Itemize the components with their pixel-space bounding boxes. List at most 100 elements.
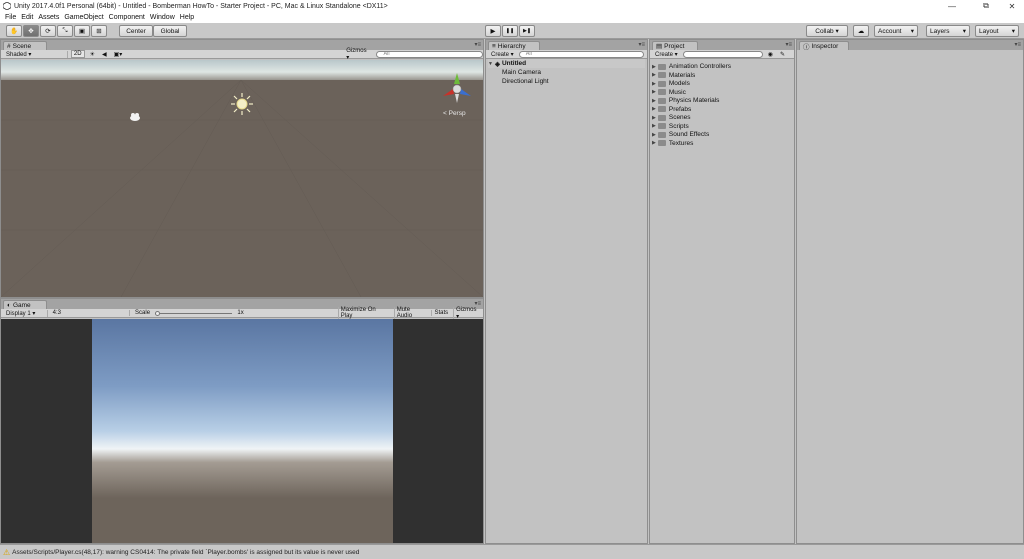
audio-toggle-icon[interactable]: ◀ xyxy=(100,51,109,58)
tab-inspector[interactable]: ⓘ Inspector xyxy=(799,41,849,51)
scale-slider[interactable] xyxy=(155,310,233,316)
scene-panel: # Scene ▾≡ Shaded ▾ 2D ☀ ◀ ▣▾ Gizmos ▾ A… xyxy=(0,39,484,298)
hierarchy-item[interactable]: Main Camera xyxy=(502,68,541,77)
effects-dropdown-icon[interactable]: ▣▾ xyxy=(112,51,125,58)
panel-menu-icon[interactable]: ▾≡ xyxy=(474,41,481,48)
layout-label: Layout xyxy=(979,27,999,35)
step-button[interactable]: ▶❚ xyxy=(519,25,535,37)
display-dropdown[interactable]: Display 1 ▾ xyxy=(4,309,48,317)
tab-scene[interactable]: # Scene xyxy=(3,41,47,50)
expand-triangle-icon[interactable]: ▶ xyxy=(652,98,656,104)
menu-help[interactable]: Help xyxy=(180,14,194,21)
aspect-dropdown[interactable]: 4:3 xyxy=(51,310,131,316)
layers-dropdown[interactable]: Layers ▾ xyxy=(926,25,970,37)
rect-icon: ▣ xyxy=(78,28,86,35)
2d-toggle[interactable]: 2D xyxy=(70,50,85,58)
menu-component[interactable]: Component xyxy=(109,14,145,21)
hierarchy-item-label: Main Camera xyxy=(502,69,542,76)
tab-hierarchy[interactable]: ≡ Hierarchy xyxy=(488,41,540,50)
stats-toggle[interactable]: Stats xyxy=(431,310,450,316)
scale-slider-handle[interactable] xyxy=(155,310,161,316)
restore-button[interactable]: ⧉ xyxy=(974,0,998,12)
expand-triangle-icon[interactable]: ▶ xyxy=(652,72,656,78)
title-bar: Unity 2017.4.0f1 Personal (64bit) - Unti… xyxy=(0,0,1024,12)
hierarchy-create-dropdown[interactable]: Create ▾ xyxy=(489,51,516,58)
folder-label: Physics Materials xyxy=(668,97,720,104)
filter-label-icon[interactable]: ✎ xyxy=(778,51,787,58)
folder-label: Textures xyxy=(668,139,694,147)
rect-tool-button[interactable]: ▣ xyxy=(74,25,90,37)
status-bar[interactable]: ⚠ Assets/Scripts/Player.cs(48,17): warni… xyxy=(0,544,1024,559)
panel-menu-icon[interactable]: ▾≡ xyxy=(1014,41,1021,48)
scene-search-input[interactable]: All xyxy=(376,50,483,58)
expand-triangle-icon[interactable]: ▶ xyxy=(652,115,656,121)
filter-type-icon[interactable]: ◉ xyxy=(766,51,775,58)
scene-canvas xyxy=(1,60,483,297)
mute-audio-toggle[interactable]: Mute Audio xyxy=(393,307,429,319)
maximize-on-play-toggle[interactable]: Maximize On Play xyxy=(337,307,391,319)
step-icon: ▶❚ xyxy=(522,28,532,34)
play-button[interactable]: ▶ xyxy=(485,25,501,37)
scale-icon: ⤡ xyxy=(62,27,68,34)
hand-tool-button[interactable]: ✋ xyxy=(6,25,22,37)
persp-label[interactable]: < Persp xyxy=(443,110,466,117)
menu-gameobject[interactable]: GameObject xyxy=(64,14,103,21)
project-tab-label: Project xyxy=(664,42,685,50)
collab-button[interactable]: Collab ▾ xyxy=(806,25,848,37)
chevron-down-icon: ▾ xyxy=(910,28,914,35)
hierarchy-item-label: Directional Light xyxy=(502,78,549,85)
hierarchy-search-input[interactable]: All xyxy=(518,50,644,58)
account-label: Account xyxy=(878,27,902,35)
cloud-button[interactable]: ☁ xyxy=(853,25,869,37)
panel-menu-icon[interactable]: ▾≡ xyxy=(785,41,792,48)
folder-row[interactable]: ▶ Textures xyxy=(652,139,693,148)
project-toolbar: Create ▾ ◉ ✎ xyxy=(650,50,794,59)
menu-edit[interactable]: Edit xyxy=(21,14,33,21)
folder-icon xyxy=(657,114,666,121)
display-label: Display 1 xyxy=(6,310,31,317)
hierarchy-scene-row[interactable]: ▼ ◈ Untitled xyxy=(488,59,645,68)
folder-label: Music xyxy=(668,88,686,96)
pivot-center-button[interactable]: Center xyxy=(119,25,153,37)
space-global-button[interactable]: Global xyxy=(153,25,187,37)
move-tool-button[interactable]: ✥ xyxy=(23,25,39,37)
menu-assets[interactable]: Assets xyxy=(38,14,59,21)
expand-triangle-icon[interactable]: ▶ xyxy=(652,140,656,146)
close-button[interactable]: ✕ xyxy=(1000,0,1024,12)
shading-mode-dropdown[interactable]: Shaded ▾ xyxy=(4,50,68,58)
expand-triangle-icon[interactable]: ▶ xyxy=(652,81,656,87)
panel-menu-icon[interactable]: ▾≡ xyxy=(638,41,645,48)
expand-triangle-icon[interactable]: ▶ xyxy=(652,64,656,70)
game-viewport[interactable] xyxy=(1,319,483,543)
scene-toolbar: Shaded ▾ 2D ☀ ◀ ▣▾ Gizmos ▾ All xyxy=(1,48,483,61)
expand-triangle-icon[interactable]: ▶ xyxy=(652,123,656,129)
project-search-input[interactable] xyxy=(682,50,763,58)
scene-gizmos-dropdown[interactable]: Gizmos ▾ xyxy=(344,48,372,61)
menu-window[interactable]: Window xyxy=(150,14,175,21)
expand-triangle-icon[interactable]: ▶ xyxy=(652,89,656,95)
game-gizmos-dropdown[interactable]: Gizmos ▾ xyxy=(453,306,483,320)
game-tab-label: Game xyxy=(12,301,31,309)
expand-triangle-icon[interactable]: ▶ xyxy=(652,132,656,138)
tab-project[interactable]: ▤ Project xyxy=(652,41,698,50)
folder-label: Sound Effects xyxy=(668,131,710,138)
tab-game[interactable]: ◐ Game xyxy=(3,300,47,309)
expand-triangle-icon[interactable]: ▼ xyxy=(488,61,493,67)
account-dropdown[interactable]: Account ▾ xyxy=(874,25,918,37)
rotate-tool-button[interactable]: ⟳ xyxy=(40,25,56,37)
pause-button[interactable]: ❚❚ xyxy=(502,25,518,37)
scene-viewport[interactable]: < Persp xyxy=(1,60,483,297)
transform-tool-button[interactable]: ⊞ xyxy=(91,25,107,37)
unity-logo-icon xyxy=(3,2,11,10)
collab-label: Collab ▾ xyxy=(815,28,839,35)
lighting-toggle-icon[interactable]: ☀ xyxy=(88,51,97,58)
hierarchy-item[interactable]: Directional Light xyxy=(502,77,549,86)
project-create-dropdown[interactable]: Create ▾ xyxy=(653,51,680,58)
hierarchy-toolbar: Create ▾ All xyxy=(486,50,647,59)
expand-triangle-icon[interactable]: ▶ xyxy=(652,106,656,112)
scale-tool-button[interactable]: ⤡ xyxy=(57,25,73,37)
menu-file[interactable]: File xyxy=(5,14,16,21)
directional-light-icon[interactable] xyxy=(231,93,253,115)
minimize-button[interactable]: — xyxy=(940,0,964,12)
layout-dropdown[interactable]: Layout ▾ xyxy=(975,25,1019,37)
